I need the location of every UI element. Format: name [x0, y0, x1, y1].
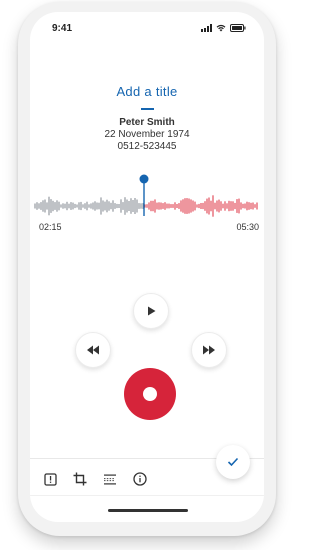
recording-title[interactable]: Add a title [30, 84, 264, 99]
contact-info: Peter Smith 22 November 1974 0512-523445 [30, 117, 264, 153]
current-time: 02:15 [39, 222, 62, 232]
priority-button[interactable] [41, 470, 59, 488]
crop-icon [73, 472, 87, 486]
priority-icon [43, 472, 57, 486]
total-time: 05:30 [236, 222, 259, 232]
toolbar-bottom-divider [30, 495, 264, 496]
insert-icon [104, 474, 116, 484]
contact-name: Peter Smith [119, 117, 175, 128]
insert-button[interactable] [101, 470, 119, 488]
audio-waveform[interactable] [34, 172, 260, 232]
confirm-button[interactable] [216, 445, 250, 479]
wifi-icon [216, 24, 226, 32]
record-icon [143, 387, 157, 401]
fast-forward-button[interactable] [191, 332, 227, 368]
status-time: 9:41 [52, 23, 73, 34]
battery-icon [230, 24, 246, 32]
contact-phone: 0512-523445 [117, 141, 177, 152]
crop-button[interactable] [71, 470, 89, 488]
play-button[interactable] [133, 293, 169, 329]
title-underline [141, 108, 154, 110]
playhead-handle[interactable] [139, 174, 149, 184]
status-bar: 9:41 [30, 12, 264, 44]
play-icon [148, 306, 156, 316]
app-screen: 9:41 Add a title Peter Smith 22 November… [30, 12, 264, 522]
fast-forward-icon [203, 345, 215, 355]
info-icon [133, 472, 147, 486]
cellular-signal-icon [201, 24, 212, 32]
rewind-icon [87, 345, 99, 355]
checkmark-icon [227, 457, 239, 467]
contact-date: 22 November 1974 [104, 129, 190, 140]
rewind-button[interactable] [75, 332, 111, 368]
status-icons [201, 24, 246, 32]
record-button[interactable] [124, 368, 176, 420]
home-indicator [108, 509, 188, 512]
info-button[interactable] [131, 470, 149, 488]
